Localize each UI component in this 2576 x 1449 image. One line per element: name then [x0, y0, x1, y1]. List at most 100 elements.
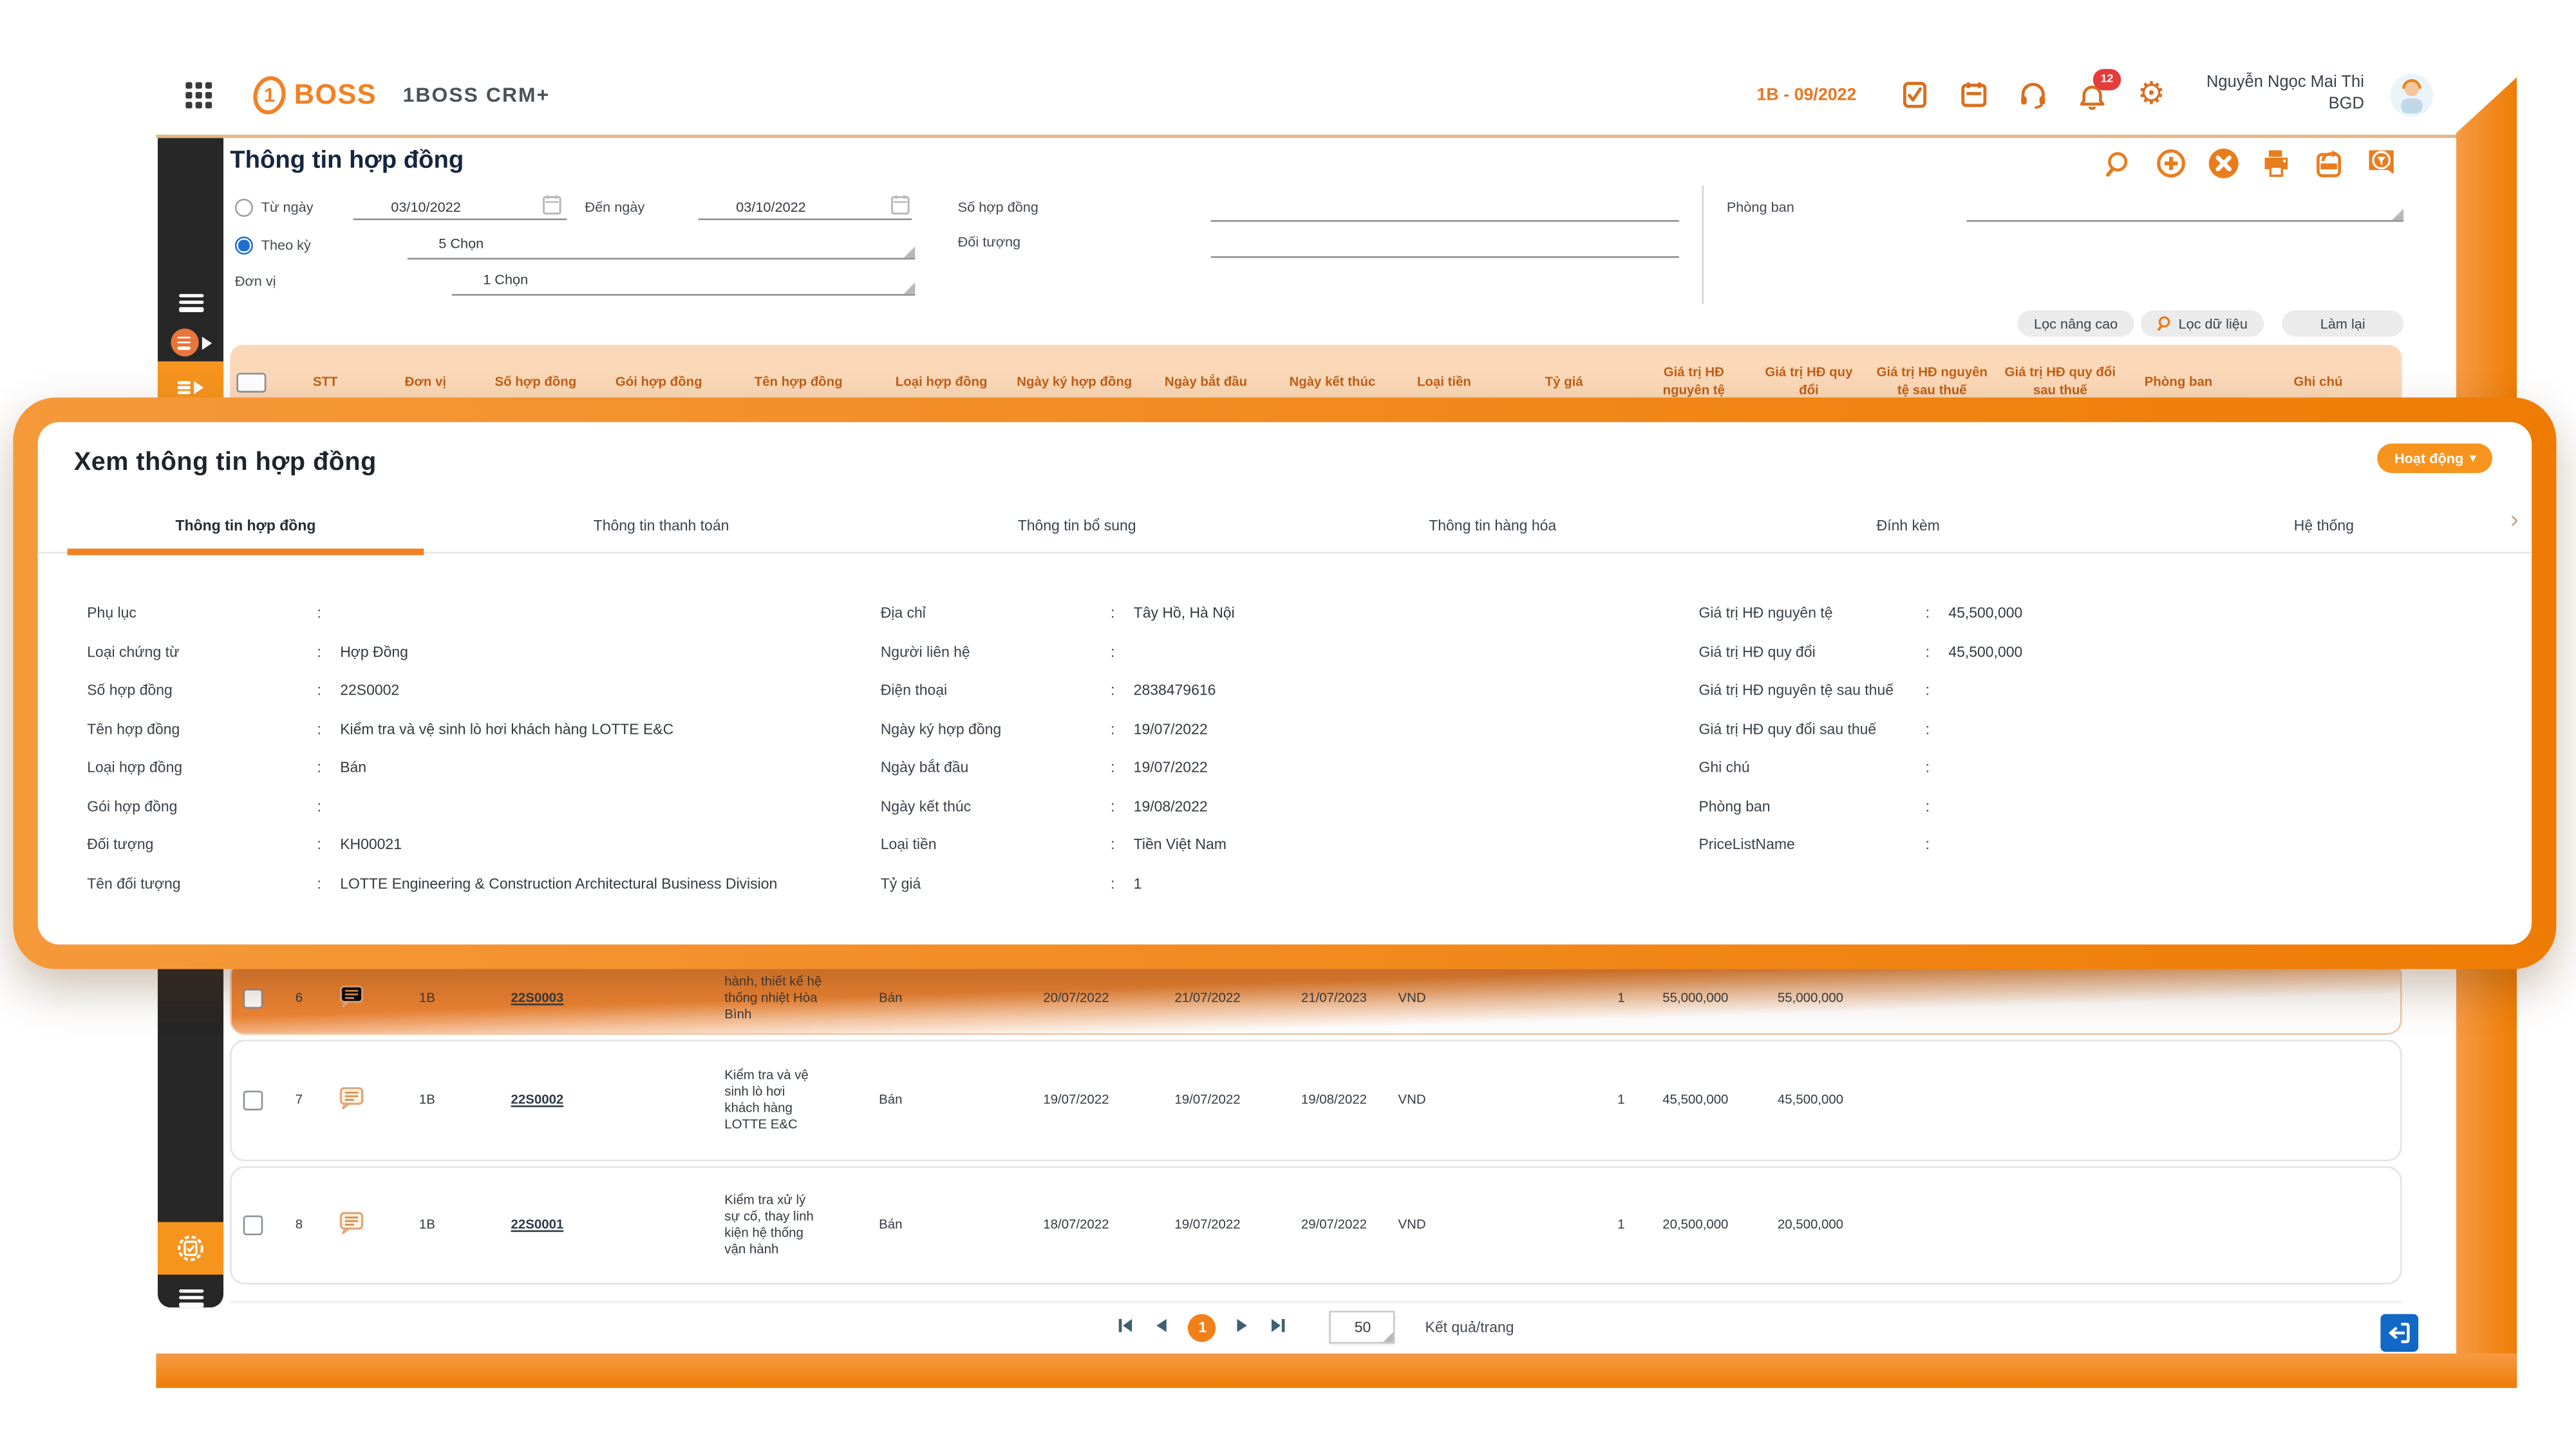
column-header[interactable]: Phòng ban — [2123, 374, 2235, 392]
current-page-badge[interactable]: 1 — [1189, 1313, 1216, 1341]
user-avatar[interactable] — [2391, 73, 2433, 116]
page-toolbar — [2103, 148, 2397, 179]
to-date-calendar-icon[interactable] — [890, 194, 910, 215]
column-header[interactable]: Ngày kết thúc — [1268, 374, 1396, 392]
comment-icon[interactable] — [324, 1086, 380, 1116]
column-header[interactable]: Số hợp đồng — [473, 374, 598, 392]
column-header[interactable]: Loại hợp đồng — [878, 374, 1006, 392]
modal-tab[interactable]: Thông tin thanh toán — [453, 498, 869, 552]
saved-filter-icon[interactable] — [2365, 148, 2396, 179]
contract-no-input[interactable] — [1211, 220, 1679, 222]
advanced-filter-button[interactable]: Lọc nâng cao — [2017, 310, 2134, 337]
table-row[interactable]: 6 1B 22S0003 hành, thiết kế hệ thống nhi… — [230, 961, 2402, 1035]
contract-code-link[interactable]: 22S0003 — [511, 989, 564, 1004]
modal-tab[interactable]: Hệ thống — [2116, 498, 2532, 552]
delete-icon[interactable] — [2208, 148, 2239, 179]
user-info[interactable]: Nguyễn Ngọc Mai Thi BGD — [2206, 74, 2364, 115]
sidebar-item-approvals-active[interactable] — [158, 1222, 223, 1275]
row-checkbox[interactable] — [243, 1090, 263, 1110]
column-header[interactable]: Ngày bắt đầu — [1143, 374, 1268, 392]
next-page-button[interactable] — [1236, 1313, 1251, 1342]
column-header[interactable]: Ghi chú — [2234, 374, 2402, 392]
prev-page-button[interactable] — [1154, 1313, 1169, 1342]
from-date-radio[interactable] — [235, 199, 253, 217]
search-icon[interactable] — [2103, 148, 2134, 179]
partner-input[interactable] — [1211, 256, 1679, 258]
field-value — [1948, 796, 2489, 817]
status-dropdown-button[interactable]: Hoạt động▾ — [2378, 444, 2492, 473]
period-select-value[interactable]: 5 Chọn — [438, 235, 484, 252]
support-headset-icon[interactable] — [2018, 79, 2049, 109]
field-label: Giá trị HĐ nguyên tệ — [1698, 603, 1925, 624]
first-page-button[interactable] — [1118, 1313, 1134, 1342]
row-checkbox[interactable] — [243, 988, 263, 1008]
sidebar-menu-item[interactable] — [158, 289, 223, 315]
sidebar-item-checklist[interactable] — [158, 1284, 223, 1311]
sidebar-item-1[interactable] — [158, 328, 223, 356]
period-radio[interactable] — [235, 236, 253, 254]
caret-down-icon: ▾ — [2470, 452, 2476, 465]
field-row: Giá trị HĐ quy đổi : 45,500,000 — [1698, 641, 2488, 662]
modal-tab[interactable]: Thông tin hợp đồng — [38, 498, 454, 552]
from-date-label: Từ ngày — [261, 199, 314, 216]
field-label: Loại chứng từ — [87, 641, 317, 662]
period-select-resize-corner[interactable] — [903, 247, 915, 258]
print-icon[interactable] — [2261, 148, 2291, 179]
row-checkbox[interactable] — [243, 1215, 263, 1235]
export-xlsx-icon[interactable] — [2313, 148, 2344, 179]
add-icon[interactable] — [2156, 148, 2186, 179]
column-header[interactable]: Giá trị HĐ nguyên tệ — [1636, 365, 1751, 400]
modal-tab[interactable]: Thông tin bổ sung — [869, 498, 1285, 552]
contract-code-link[interactable]: 22S0002 — [511, 1092, 564, 1107]
field-value: 22S0002 — [340, 680, 851, 701]
cell-ngay-bat-dau: 19/07/2022 — [1145, 1217, 1270, 1234]
tabs-overflow-chevron-icon[interactable]: › — [2510, 507, 2519, 532]
settings-gear-icon[interactable]: ⚙ — [2136, 79, 2167, 109]
notifications-bell-icon[interactable]: 12 — [2076, 79, 2107, 109]
page-size-select[interactable]: 50 — [1330, 1311, 1396, 1343]
column-header[interactable]: Tỷ giá — [1492, 374, 1637, 392]
from-date-calendar-icon[interactable] — [542, 194, 562, 215]
period-indicator[interactable]: 1B - 09/2022 — [1757, 84, 1857, 104]
cell-ngay-ky: 18/07/2022 — [1007, 1217, 1145, 1234]
field-value — [1134, 641, 1669, 662]
field-row: Đối tượng : KH00021 — [87, 834, 851, 855]
last-page-button[interactable] — [1271, 1313, 1288, 1342]
field-value — [1948, 718, 2489, 740]
modal-tab[interactable]: Đính kèm — [1700, 498, 2116, 552]
column-header[interactable]: Ngày ký hợp đồng — [1006, 374, 1143, 392]
column-header[interactable]: Gói hợp đồng — [598, 374, 720, 392]
comment-icon[interactable] — [324, 1211, 380, 1240]
contract-code-link[interactable]: 22S0001 — [511, 1217, 564, 1232]
column-header[interactable]: Giá trị HĐ nguyên tệ sau thuế — [1866, 365, 1998, 400]
reset-button[interactable]: Làm lại — [2282, 310, 2403, 337]
department-input[interactable] — [1966, 220, 2403, 222]
modal-tab[interactable]: Thông tin hàng hóa — [1284, 498, 1700, 552]
column-header[interactable]: Giá trị HĐ quy đổi sau thuế — [1998, 365, 2123, 400]
cell-ngay-ket-thuc: 19/08/2022 — [1270, 1092, 1398, 1109]
column-header[interactable]: Tên hợp đồng — [720, 374, 878, 392]
brand-logo[interactable]: 1 BOSS — [251, 75, 376, 114]
select-all-checkbox[interactable] — [236, 373, 266, 393]
field-row: Tên đối tượng : LOTTE Engineering & Cons… — [87, 873, 851, 894]
apps-grid-icon[interactable] — [185, 81, 212, 108]
column-header[interactable]: STT — [273, 374, 378, 392]
column-header[interactable]: Đơn vị — [378, 374, 473, 392]
column-header[interactable]: Giá trị HĐ quy đổi — [1751, 365, 1866, 400]
from-date-value[interactable]: 03/10/2022 — [391, 199, 461, 216]
department-resize-corner[interactable] — [2392, 209, 2403, 220]
comment-icon[interactable] — [324, 983, 380, 1013]
cell-ngay-ket-thuc: 21/07/2023 — [1270, 989, 1398, 1006]
table-row[interactable]: 8 1B 22S0001 Kiểm tra xử lý sự cố, thay … — [230, 1166, 2402, 1285]
table-row[interactable]: 7 1B 22S0002 Kiểm tra và vệ sinh lò hơi … — [230, 1040, 2402, 1161]
exit-button[interactable] — [2380, 1314, 2418, 1352]
svg-text:1: 1 — [264, 84, 275, 106]
tasks-icon[interactable] — [1899, 79, 1930, 109]
cell-stt: 8 — [274, 1217, 324, 1234]
calendar-icon[interactable] — [1959, 79, 1989, 109]
column-header[interactable]: Loại tiền — [1396, 374, 1492, 392]
unit-select-value[interactable]: 1 Chọn — [483, 271, 528, 288]
unit-select-resize-corner[interactable] — [903, 283, 915, 294]
filter-data-button[interactable]: Lọc dữ liệu — [2141, 310, 2264, 337]
to-date-value[interactable]: 03/10/2022 — [736, 199, 806, 216]
